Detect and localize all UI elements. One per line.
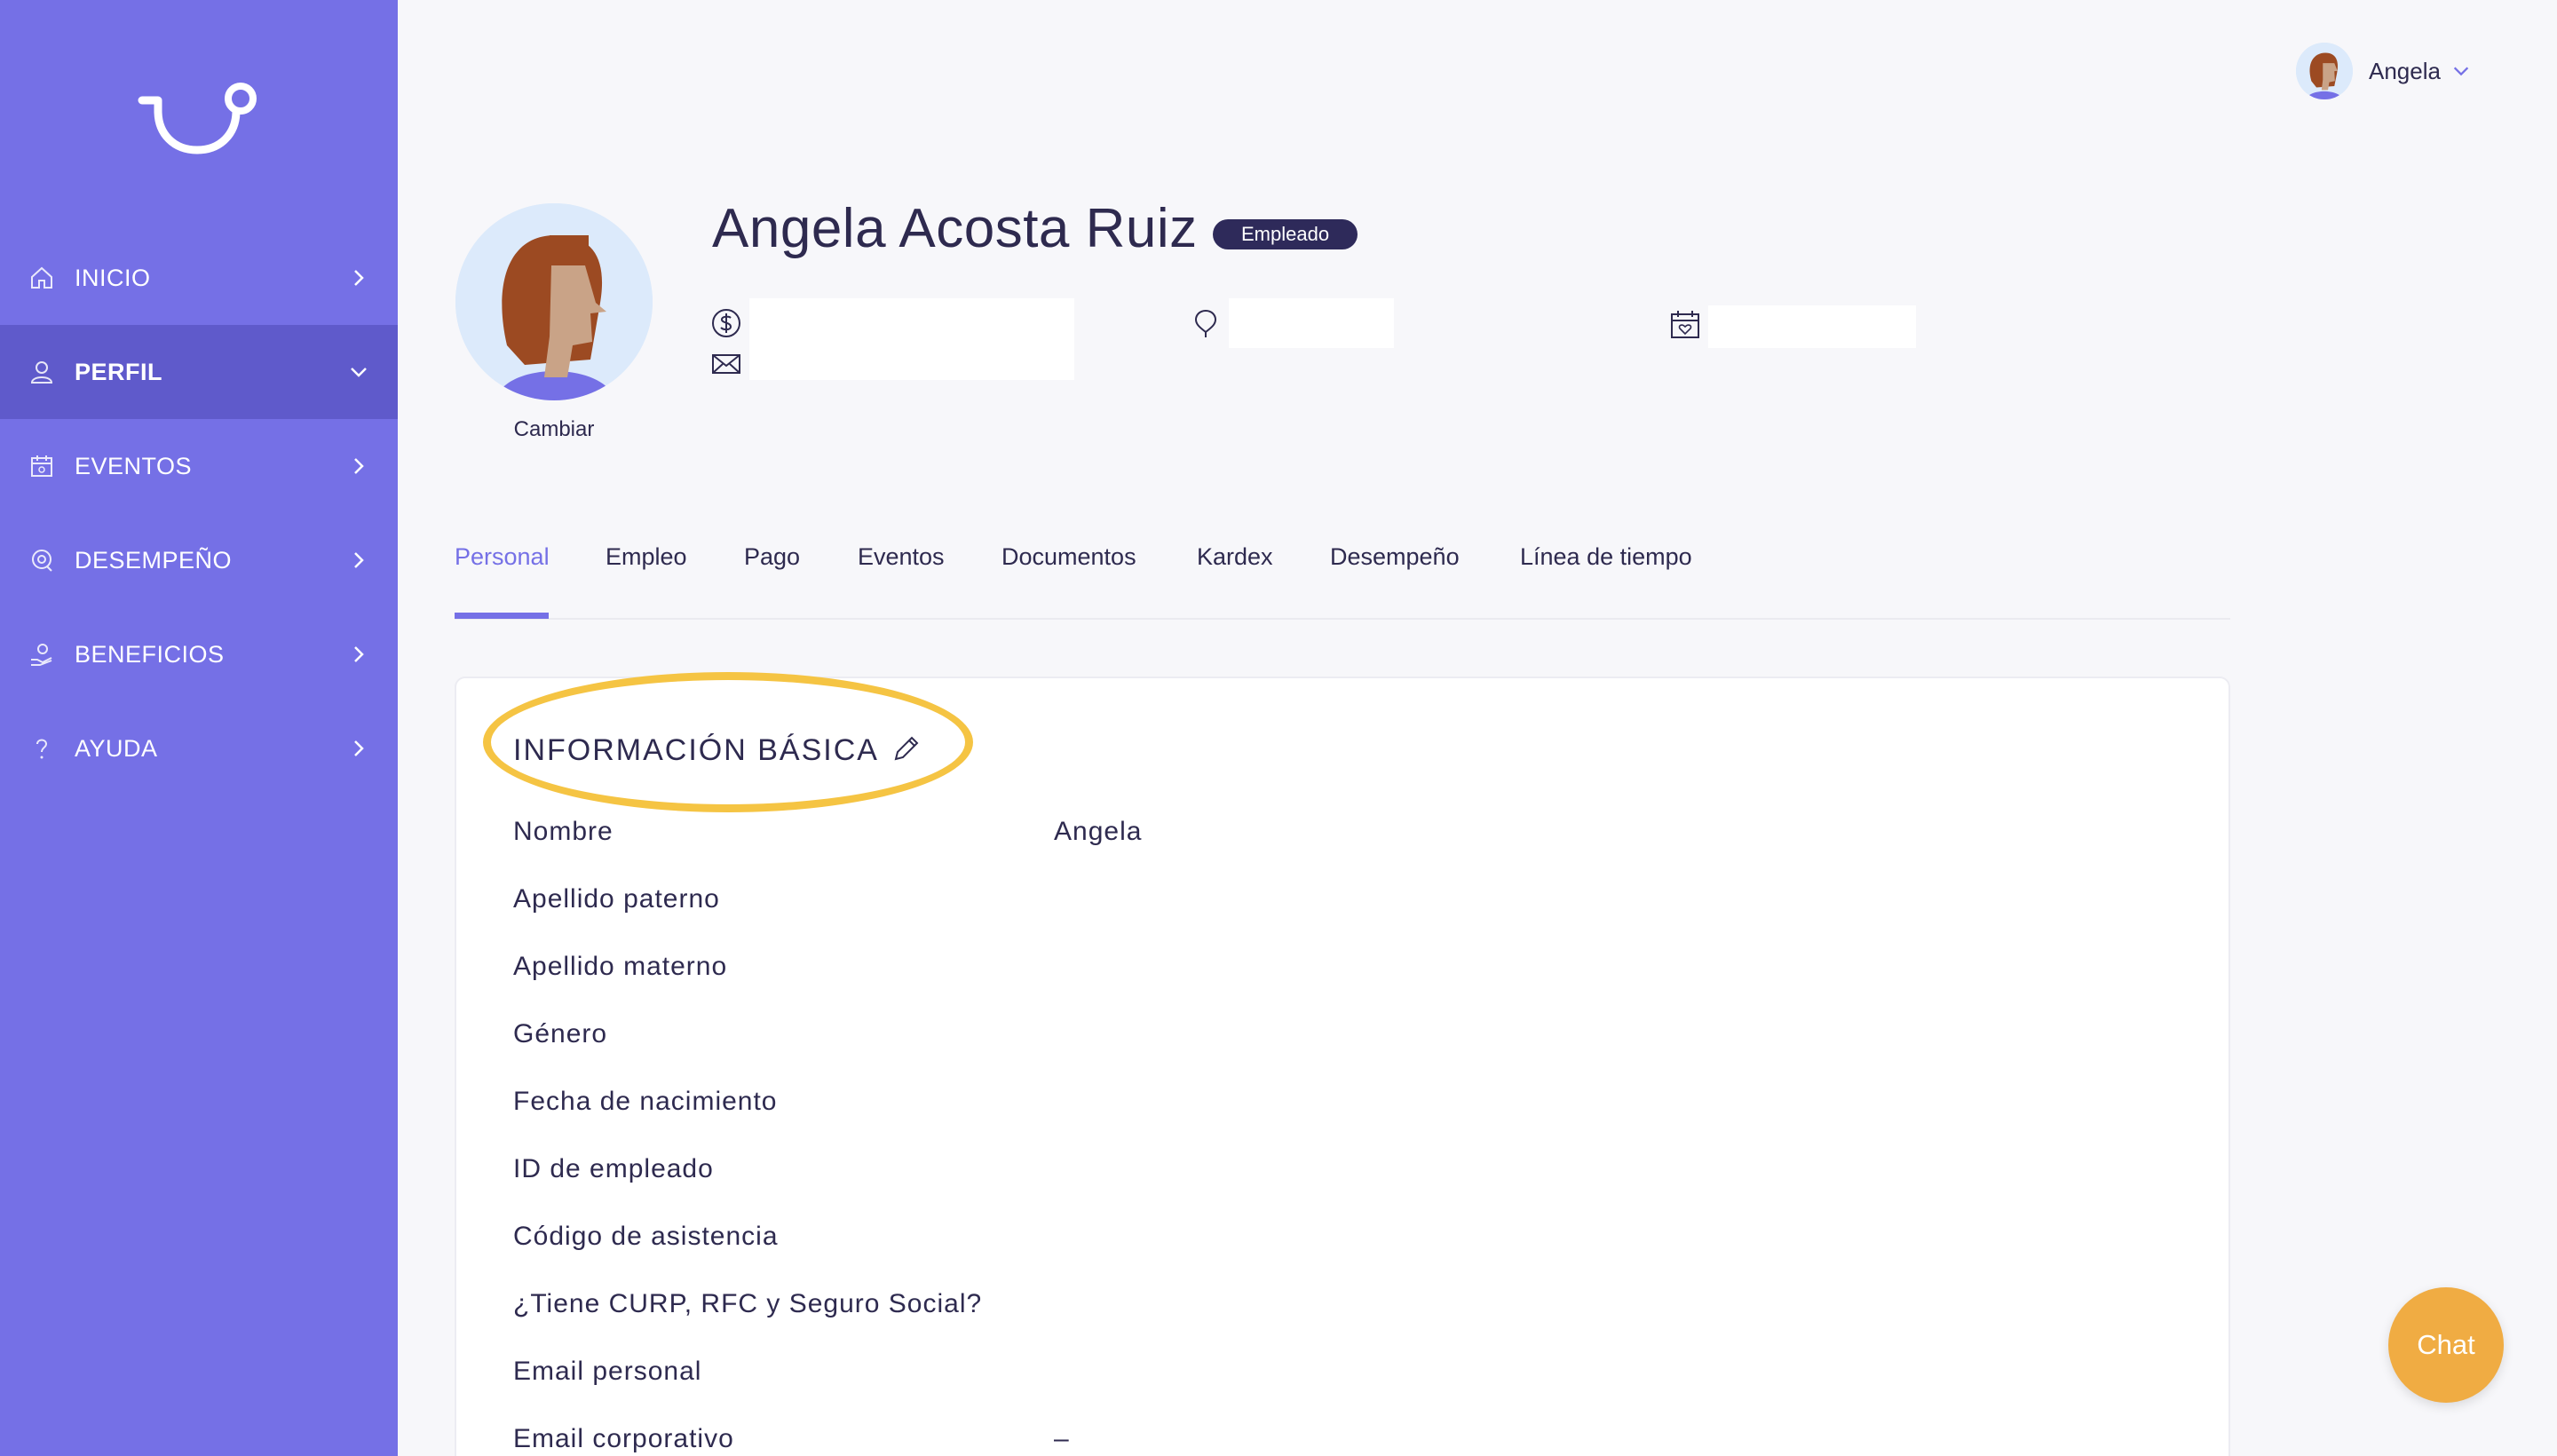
- pencil-edit-icon[interactable]: [891, 732, 922, 764]
- tab-eventos[interactable]: Eventos: [858, 543, 945, 571]
- sidebar-item-label: INICIO: [75, 264, 151, 291]
- tab-documentos[interactable]: Documentos: [1001, 543, 1136, 571]
- help-icon: [28, 735, 55, 762]
- field-label-apellido-materno: Apellido materno: [513, 952, 728, 981]
- user-name: Angela: [2369, 57, 2441, 84]
- calendar-icon: [28, 453, 55, 479]
- change-photo-link[interactable]: Cambiar: [455, 417, 653, 442]
- field-label-fecha-nacimiento: Fecha de nacimiento: [513, 1087, 778, 1116]
- mail-icon: [712, 354, 740, 374]
- sidebar-item-ayuda[interactable]: AYUDA: [0, 701, 398, 795]
- avatar: [2296, 43, 2353, 99]
- redacted-email: [749, 343, 1074, 380]
- target-icon: [28, 547, 55, 574]
- profile-name: Angela Acosta Ruiz: [712, 198, 1198, 259]
- profile-avatar[interactable]: [455, 203, 653, 400]
- tab-personal[interactable]: Personal: [455, 543, 550, 571]
- chevron-right-icon: [354, 740, 364, 756]
- sidebar-item-label: PERFIL: [75, 358, 163, 385]
- field-label-genero: Género: [513, 1019, 608, 1048]
- field-label-id-empleado: ID de empleado: [513, 1154, 714, 1183]
- sidebar-item-desempeno[interactable]: DESEMPEÑO: [0, 513, 398, 607]
- sidebar-item-eventos[interactable]: EVENTOS: [0, 419, 398, 513]
- home-icon: [28, 265, 55, 291]
- benefits-icon: [28, 641, 55, 668]
- app-logo-icon[interactable]: [133, 75, 266, 164]
- location-pin-icon: [1194, 309, 1217, 337]
- field-label-email-corporativo: Email corporativo: [513, 1424, 734, 1453]
- sidebar-item-inicio[interactable]: INICIO: [0, 231, 398, 325]
- sidebar-item-label: BENEFICIOS: [75, 640, 225, 668]
- sidebar-item-label: DESEMPEÑO: [75, 546, 233, 574]
- chevron-right-icon: [354, 270, 364, 286]
- field-label-nombre: Nombre: [513, 817, 614, 846]
- field-label-apellido-paterno: Apellido paterno: [513, 884, 720, 914]
- redacted-salary: [749, 298, 1074, 344]
- user-icon: [28, 359, 55, 385]
- sidebar-item-beneficios[interactable]: BENEFICIOS: [0, 607, 398, 701]
- tab-pago[interactable]: Pago: [744, 543, 800, 571]
- redacted-date: [1708, 305, 1916, 348]
- user-menu[interactable]: Angela: [2296, 43, 2471, 99]
- chevron-right-icon: [354, 458, 364, 474]
- tab-desempeno[interactable]: Desempeño: [1330, 543, 1460, 571]
- chevron-right-icon: [354, 552, 364, 568]
- profile-tabs: Personal Empleo Pago Eventos Documentos …: [455, 533, 2230, 620]
- field-value-email-corporativo: –: [1054, 1424, 1070, 1453]
- section-title: INFORMACIÓN BÁSICA: [513, 733, 879, 767]
- tab-linea-de-tiempo[interactable]: Línea de tiempo: [1520, 543, 1692, 571]
- redacted-location: [1229, 298, 1394, 348]
- tab-kardex[interactable]: Kardex: [1197, 543, 1273, 571]
- status-badge: Empleado: [1213, 219, 1358, 249]
- chevron-right-icon: [354, 646, 364, 662]
- sidebar-item-label: EVENTOS: [75, 452, 193, 479]
- chat-button[interactable]: Chat: [2388, 1287, 2504, 1403]
- field-label-email-personal: Email personal: [513, 1357, 702, 1386]
- calendar-heart-icon: [1671, 311, 1699, 338]
- sidebar-item-perfil[interactable]: PERFIL: [0, 325, 398, 419]
- tab-empleo[interactable]: Empleo: [606, 543, 687, 571]
- chevron-down-icon: [2453, 67, 2469, 76]
- field-label-codigo-asistencia: Código de asistencia: [513, 1222, 779, 1251]
- dollar-icon: [712, 309, 740, 337]
- active-tab-indicator: [455, 613, 549, 619]
- field-label-curp-rfc: ¿Tiene CURP, RFC y Seguro Social?: [513, 1289, 983, 1318]
- field-value-nombre: Angela: [1054, 817, 1143, 846]
- sidebar: INICIO PERFIL EVENTOS DESEMPEÑO BENEFICI…: [0, 0, 398, 1456]
- chevron-down-icon: [351, 368, 367, 377]
- sidebar-item-label: AYUDA: [75, 734, 158, 762]
- sidebar-nav: INICIO PERFIL EVENTOS DESEMPEÑO BENEFICI…: [0, 231, 398, 795]
